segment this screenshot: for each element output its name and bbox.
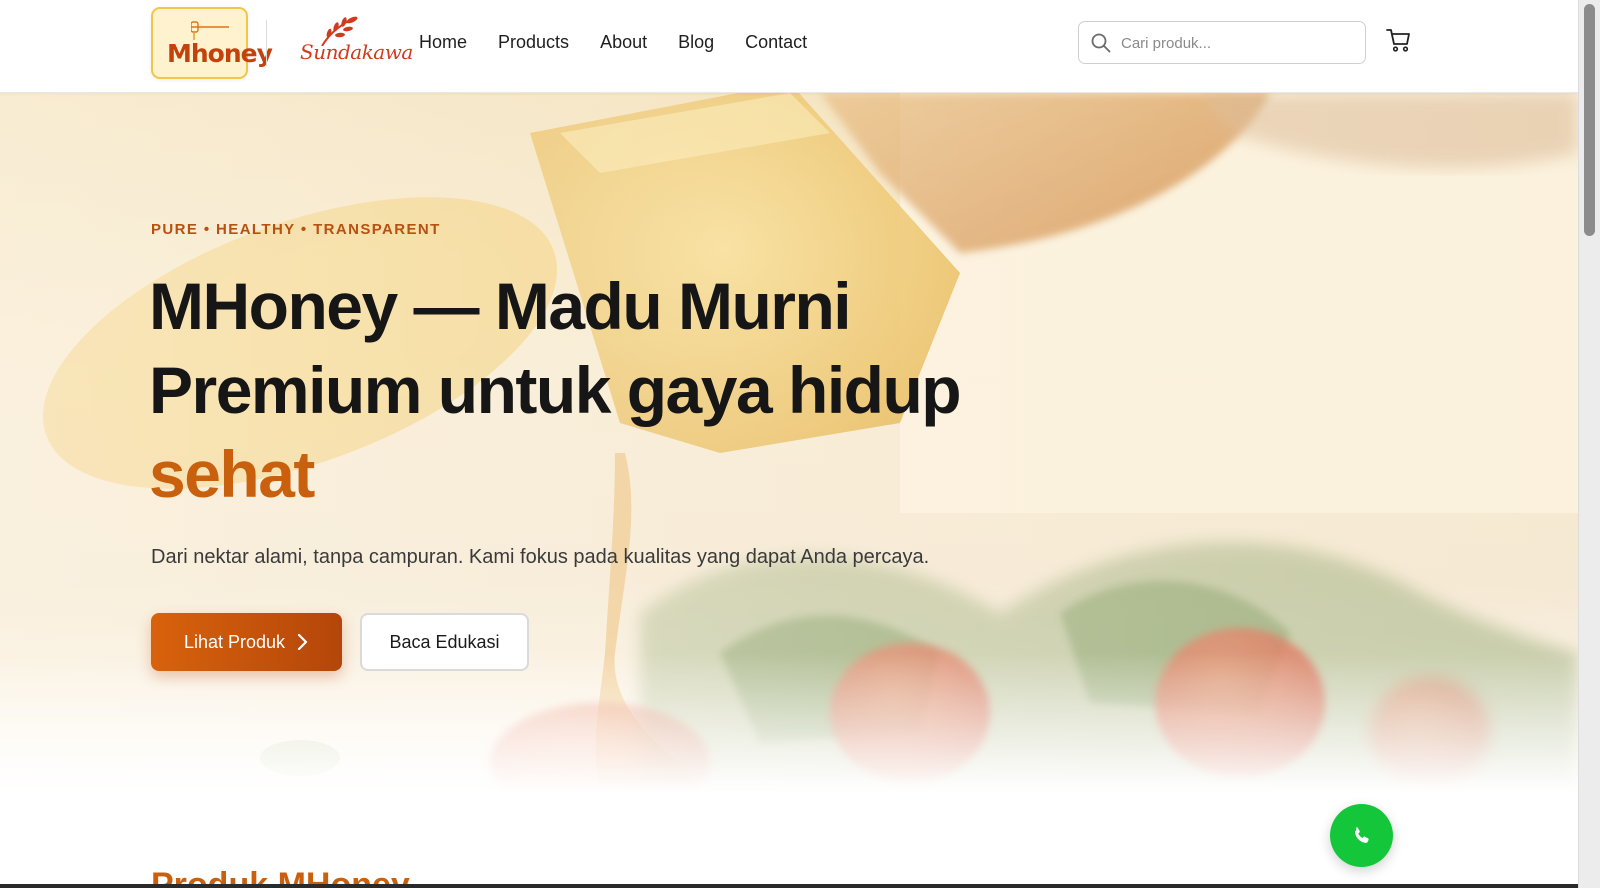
- section-title: Produk MHoney: [151, 866, 410, 884]
- logo-divider: [266, 20, 267, 66]
- mhoney-logo-text: Mhoney: [167, 39, 273, 68]
- search-input[interactable]: [1121, 30, 1351, 56]
- sundakawa-logo-text: Sundakawa: [300, 40, 413, 64]
- site-header: Mhoney Sundakawa Home Products About Blo…: [0, 0, 1578, 93]
- chevron-right-icon: [297, 633, 308, 651]
- hero-bottom-fade: [0, 653, 1578, 793]
- nav-about[interactable]: About: [600, 32, 647, 56]
- baca-edukasi-button[interactable]: Baca Edukasi: [360, 613, 529, 671]
- hero-subtext: Dari nektar alami, tanpa campuran. Kami …: [151, 546, 930, 568]
- hero-headline-line2: Premium untuk gaya hidup: [149, 353, 962, 427]
- mhoney-logo[interactable]: Mhoney: [151, 7, 273, 79]
- browser-viewport: PURE • HEALTHY • TRANSPARENT MHoney — Ma…: [0, 0, 1578, 884]
- nav-home[interactable]: Home: [419, 32, 467, 56]
- nav-products[interactable]: Products: [498, 32, 569, 56]
- cart-icon[interactable]: [1385, 26, 1413, 54]
- search-box: [1078, 21, 1366, 64]
- whatsapp-button[interactable]: [1330, 804, 1393, 867]
- honey-dipper-icon: [191, 21, 229, 40]
- sundakawa-logo[interactable]: Sundakawa: [300, 16, 413, 70]
- hero-headline-accent: sehat: [149, 437, 315, 511]
- nav-blog[interactable]: Blog: [678, 32, 714, 56]
- lihat-produk-label: Lihat Produk: [183, 631, 286, 652]
- page-scrollbar[interactable]: [1578, 0, 1600, 888]
- hero-eyebrow: PURE • HEALTHY • TRANSPARENT: [151, 221, 441, 238]
- hero-headline-line1: MHoney — Madu Murni: [149, 269, 852, 343]
- whatsapp-phone-icon: [1354, 826, 1369, 843]
- baca-edukasi-label: Baca Edukasi: [389, 631, 500, 652]
- search-icon: [1091, 33, 1111, 53]
- nav-contact[interactable]: Contact: [745, 32, 807, 56]
- main-nav: Home Products About Blog Contact: [419, 32, 807, 56]
- scrollbar-thumb[interactable]: [1584, 4, 1595, 236]
- lihat-produk-button[interactable]: Lihat Produk: [151, 613, 342, 671]
- hero-headline: MHoney — Madu Murni Premium untuk gaya h…: [149, 264, 1049, 516]
